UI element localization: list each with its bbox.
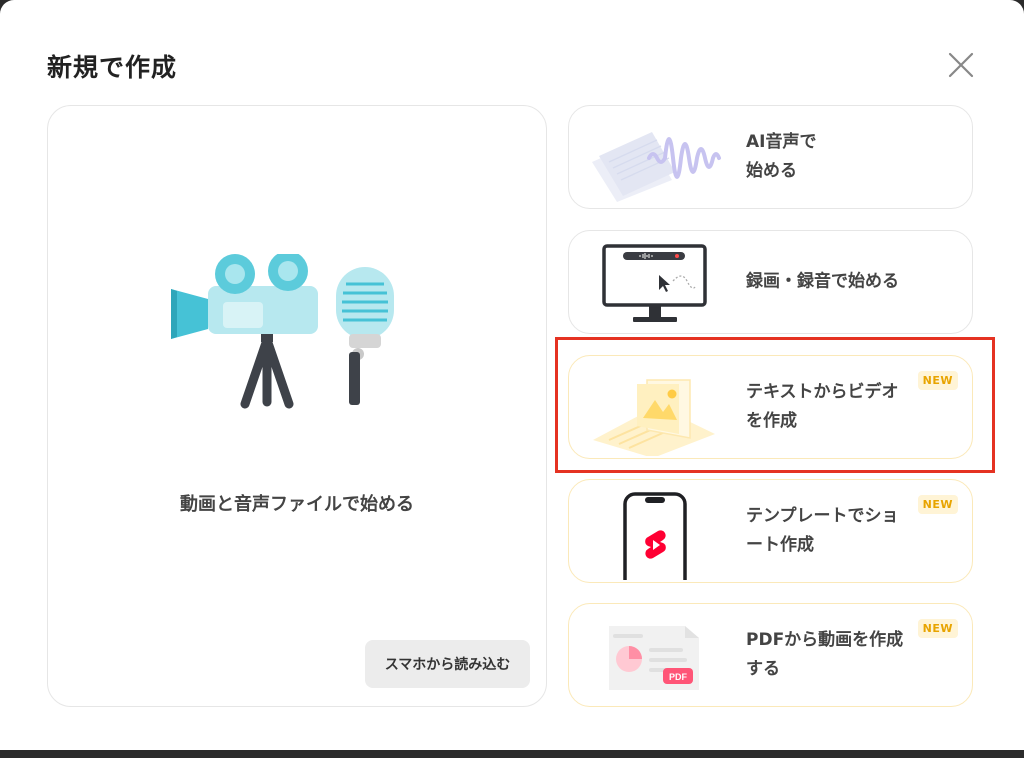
start-with-media-card[interactable]: 動画と音声ファイルで始める スマホから読み込む (47, 105, 547, 707)
pdf-tag: PDF (669, 672, 688, 682)
option-shorts-template[interactable]: テンプレートでショ ート作成 NEW (568, 479, 973, 583)
import-from-phone-button[interactable]: スマホから読み込む (365, 640, 530, 688)
option-label: PDFから動画を作成 する (746, 630, 904, 679)
option-label: テキストからビデオ を作成 (746, 382, 899, 431)
option-label: AI音声で 始める (746, 132, 817, 181)
camera-microphone-illustration (163, 251, 398, 409)
option-pdf-to-video[interactable]: PDF PDFから動画を作成 する NEW (568, 603, 973, 707)
image-icon (587, 360, 727, 458)
option-ai-voice[interactable]: AI音声で 始める (568, 105, 973, 209)
option-text-to-video[interactable]: テキストからビデオ を作成 NEW (568, 355, 973, 459)
pdf-icon: PDF (587, 608, 727, 704)
new-badge: NEW (917, 619, 958, 638)
option-label: 録画・録音で始める (746, 271, 899, 292)
option-label: テンプレートでショ ート作成 (746, 506, 899, 555)
start-with-media-label: 動画と音声ファイルで始める (180, 494, 414, 515)
dialog-title: 新規で作成 (47, 53, 178, 82)
new-badge: NEW (917, 495, 958, 514)
microphone-icon (336, 267, 394, 405)
phone-icon (587, 484, 727, 582)
close-icon[interactable] (944, 48, 978, 82)
monitor-icon (587, 235, 727, 331)
create-new-dialog: 新規で作成 動画と音声ファイルで始める スマホから読み込む AI音声で 始める … (0, 0, 1024, 750)
waveform-icon (587, 110, 727, 206)
camera-icon (171, 251, 318, 409)
new-badge: NEW (917, 371, 958, 390)
option-screen-record[interactable]: 録画・録音で始める (568, 230, 973, 334)
